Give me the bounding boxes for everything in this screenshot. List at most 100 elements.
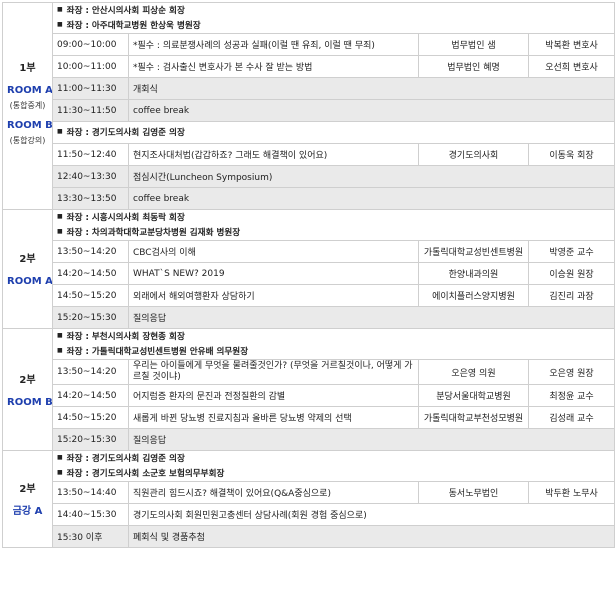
program-row: 13:50~14:20 CBC검사의 이해 가톨릭대학교성빈센트병원 박영준 교수 bbox=[3, 240, 616, 263]
title-cell: 우리는 아이들에게 무엇을 물려줄것인가? (무엇을 거르칠것이나, 어떻게 가… bbox=[128, 359, 419, 385]
title-cell: 어지럼증 환자의 문진과 전정질환의 감별 bbox=[128, 384, 419, 407]
time-cell: 14:50~15:20 bbox=[52, 284, 129, 307]
speaker-cell: 오은영 원장 bbox=[527, 359, 616, 385]
title-cell: 질의응답 bbox=[127, 428, 616, 451]
chair-row: 좌장 : 경기도의사회 김영준 의장 bbox=[3, 121, 616, 144]
program-row: 14:50~15:20 외래에서 해외여행환자 상담하기 에이치플러스양지병원 김진리… bbox=[3, 284, 616, 307]
chair-cell: 좌장 : 경기도의사회 김영준 의장좌장 : 경기도의사회 소군호 보험의무부회… bbox=[51, 450, 616, 482]
title-cell: 폐회식 및 경품추첨 bbox=[127, 525, 616, 548]
chair-name: 좌장 : 경기도의사회 김영준 의장 bbox=[57, 125, 610, 140]
part-label: 1부 bbox=[19, 62, 36, 74]
program-row: 10:00~11:00 *필수 : 검사출신 변호사가 본 수사 잘 받는 방법 법… bbox=[3, 55, 616, 78]
time-cell: 13:50~14:40 bbox=[52, 481, 129, 504]
chair-name: 좌장 : 차의과학대학교분당차병원 김재화 병원장 bbox=[57, 225, 610, 240]
program-row: 13:50~14:20 우리는 아이들에게 무엇을 물려줄것인가? (무엇을 거르… bbox=[3, 359, 616, 385]
title-cell: 개회식 bbox=[127, 77, 616, 100]
part-label: 2부 bbox=[19, 254, 36, 265]
org-cell: 동서노무법인 bbox=[418, 481, 529, 504]
speaker-cell: 이동욱 회장 bbox=[527, 143, 616, 166]
program-row: 12:40~13:30 점심시간(Luncheon Symposium) bbox=[3, 165, 616, 188]
broadcast-note: (통합강의) bbox=[9, 135, 46, 145]
title-cell: *필수 : 검사출신 변호사가 본 수사 잘 받는 방법 bbox=[128, 55, 419, 78]
title-cell: coffee break bbox=[127, 99, 616, 122]
speaker-cell: 이승원 원장 bbox=[527, 262, 616, 285]
time-cell: 15:20~15:30 bbox=[52, 306, 129, 329]
title-cell: CBC검사의 이해 bbox=[128, 240, 419, 263]
session-label-cell: 2부금강 A bbox=[2, 450, 53, 548]
org-cell: 오은영 의원 bbox=[418, 359, 529, 385]
session-label-cell: 2부 ROOM A bbox=[2, 209, 53, 329]
title-cell: 직원관리 힘드시죠? 해결책이 있어요(Q&A중심으로) bbox=[128, 481, 419, 504]
chair-cell: 좌장 : 시흥시의사회 최동락 회장좌장 : 차의과학대학교분당차병원 김재화 … bbox=[51, 209, 616, 241]
time-cell: 14:20~14:50 bbox=[52, 262, 129, 285]
chair-name: 좌장 : 안산시의사회 피상순 회장 bbox=[57, 4, 610, 19]
program-row: 14:20~14:50 WHAT`S NEW? 2019 한양내과의원 이승원 원장 bbox=[3, 262, 616, 285]
chair-name: 좌장 : 경기도의사회 소군호 보험의무부회장 bbox=[57, 466, 610, 481]
time-cell: 13:50~14:20 bbox=[52, 240, 129, 263]
schedule-wrapper: 1부 ROOM A (통합중계) ROOM B (통합강의) 좌장 : 안산시의사회 피상… bbox=[2, 2, 616, 548]
title-cell: coffee break bbox=[127, 187, 616, 210]
program-row: 15:20~15:30 질의응답 bbox=[3, 428, 616, 451]
title-cell: 외래에서 해외여행환자 상담하기 bbox=[128, 284, 419, 307]
title-cell: WHAT`S NEW? 2019 bbox=[128, 262, 419, 285]
org-cell: 경기도의사회 bbox=[418, 143, 529, 166]
program-row: 11:50~12:40 현지조사대처법(갑갑하죠? 그래도 해결책이 있어요) 경기… bbox=[3, 143, 616, 166]
speaker-cell: 박영준 교수 bbox=[527, 240, 616, 263]
program-row: 14:40~15:30 경기도의사회 회원민원고충센터 상담사례(회원 경험 중심… bbox=[3, 503, 616, 526]
time-cell: 15:30 이후 bbox=[52, 525, 129, 548]
speaker-cell: 최정윤 교수 bbox=[527, 384, 616, 407]
time-cell: 13:30~13:50 bbox=[52, 187, 129, 210]
room-label: ROOM B bbox=[7, 396, 53, 408]
time-cell: 14:40~15:30 bbox=[52, 503, 129, 526]
room-label: ROOM B bbox=[7, 119, 53, 131]
title-cell: 경기도의사회 회원민원고충센터 상담사례(회원 경험 중심으로) bbox=[127, 503, 616, 526]
chair-cell: 좌장 : 부천시의사회 장현종 회장좌장 : 가톨릭대학교성빈센트병원 안유배 … bbox=[51, 328, 616, 360]
chair-row: 2부 ROOM A 좌장 : 시흥시의사회 최동락 회장좌장 : 차의과학대학교분당… bbox=[2, 209, 616, 329]
session-label-cell: 1부 ROOM A (통합중계) ROOM B (통합강의) bbox=[2, 2, 53, 210]
org-cell: 분당서울대학교병원 bbox=[418, 384, 529, 407]
program-row: 13:30~13:50 coffee break bbox=[3, 187, 616, 210]
chair-name: 좌장 : 부천시의사회 장현종 회장 bbox=[57, 330, 610, 345]
room-label: ROOM A bbox=[7, 84, 53, 96]
speaker-cell: 오선희 변호사 bbox=[527, 55, 616, 78]
time-cell: 11:30~11:50 bbox=[52, 99, 129, 122]
time-cell: 10:00~11:00 bbox=[52, 55, 129, 78]
title-cell: 질의응답 bbox=[127, 306, 616, 329]
program-row: 15:20~15:30 질의응답 bbox=[3, 306, 616, 329]
time-cell: 09:00~10:00 bbox=[52, 33, 129, 56]
org-cell: 한양내과의원 bbox=[418, 262, 529, 285]
time-cell: 11:50~12:40 bbox=[52, 143, 129, 166]
time-cell: 14:20~14:50 bbox=[52, 384, 129, 407]
program-row: 11:00~11:30 개회식 bbox=[3, 77, 616, 100]
chair-name: 좌장 : 시흥시의사회 최동락 회장 bbox=[57, 211, 610, 226]
time-cell: 14:50~15:20 bbox=[52, 406, 129, 429]
chair-cell: 좌장 : 안산시의사회 피상순 회장좌장 : 아주대학교병원 한상욱 병원장 bbox=[51, 2, 616, 34]
program-row: 13:50~14:40 직원관리 힘드시죠? 해결책이 있어요(Q&A중심으로) 동… bbox=[3, 481, 616, 504]
org-cell: 법무법인 샘 bbox=[418, 33, 529, 56]
part-label: 2부 bbox=[19, 374, 36, 386]
time-cell: 11:00~11:30 bbox=[52, 77, 129, 100]
speaker-cell: 박복환 변호사 bbox=[527, 33, 616, 56]
room-label: ROOM A bbox=[7, 276, 53, 287]
org-cell: 가톨릭대학교성빈센트병원 bbox=[418, 240, 529, 263]
program-row: 14:20~14:50 어지럼증 환자의 문진과 전정질환의 감별 분당서울대학교병… bbox=[3, 384, 616, 407]
time-cell: 12:40~13:30 bbox=[52, 165, 129, 188]
program-row: 11:30~11:50 coffee break bbox=[3, 99, 616, 122]
session-label-cell: 2부 ROOM B bbox=[2, 328, 53, 451]
room-label: 금강 A bbox=[12, 506, 43, 517]
org-cell: 법무법인 혜명 bbox=[418, 55, 529, 78]
speaker-cell: 김성래 교수 bbox=[527, 406, 616, 429]
speaker-cell: 김진리 과장 bbox=[527, 284, 616, 307]
broadcast-note: (통합중계) bbox=[9, 100, 46, 110]
chair-cell: 좌장 : 경기도의사회 김영준 의장 bbox=[51, 121, 616, 144]
schedule-table: 1부 ROOM A (통합중계) ROOM B (통합강의) 좌장 : 안산시의사회 피상… bbox=[2, 2, 616, 548]
org-cell: 가톨릭대학교부천성모병원 bbox=[418, 406, 529, 429]
title-cell: 점심시간(Luncheon Symposium) bbox=[127, 165, 616, 188]
time-cell: 13:50~14:20 bbox=[52, 359, 129, 385]
title-cell: 새롭게 바뀐 당뇨병 진료지침과 올바른 당뇨병 약제의 선택 bbox=[128, 406, 419, 429]
program-row: 09:00~10:00 *필수 : 의료분쟁사례의 성공과 실패(이럴 땐 유죄,… bbox=[3, 33, 616, 56]
title-cell: 현지조사대처법(갑갑하죠? 그래도 해결책이 있어요) bbox=[128, 143, 419, 166]
chair-row: 2부금강 A좌장 : 경기도의사회 김영준 의장좌장 : 경기도의사회 소군호 … bbox=[2, 450, 616, 548]
chair-row: 1부 ROOM A (통합중계) ROOM B (통합강의) 좌장 : 안산시의사회 피상… bbox=[2, 2, 616, 210]
part-label: 2부 bbox=[19, 484, 36, 495]
